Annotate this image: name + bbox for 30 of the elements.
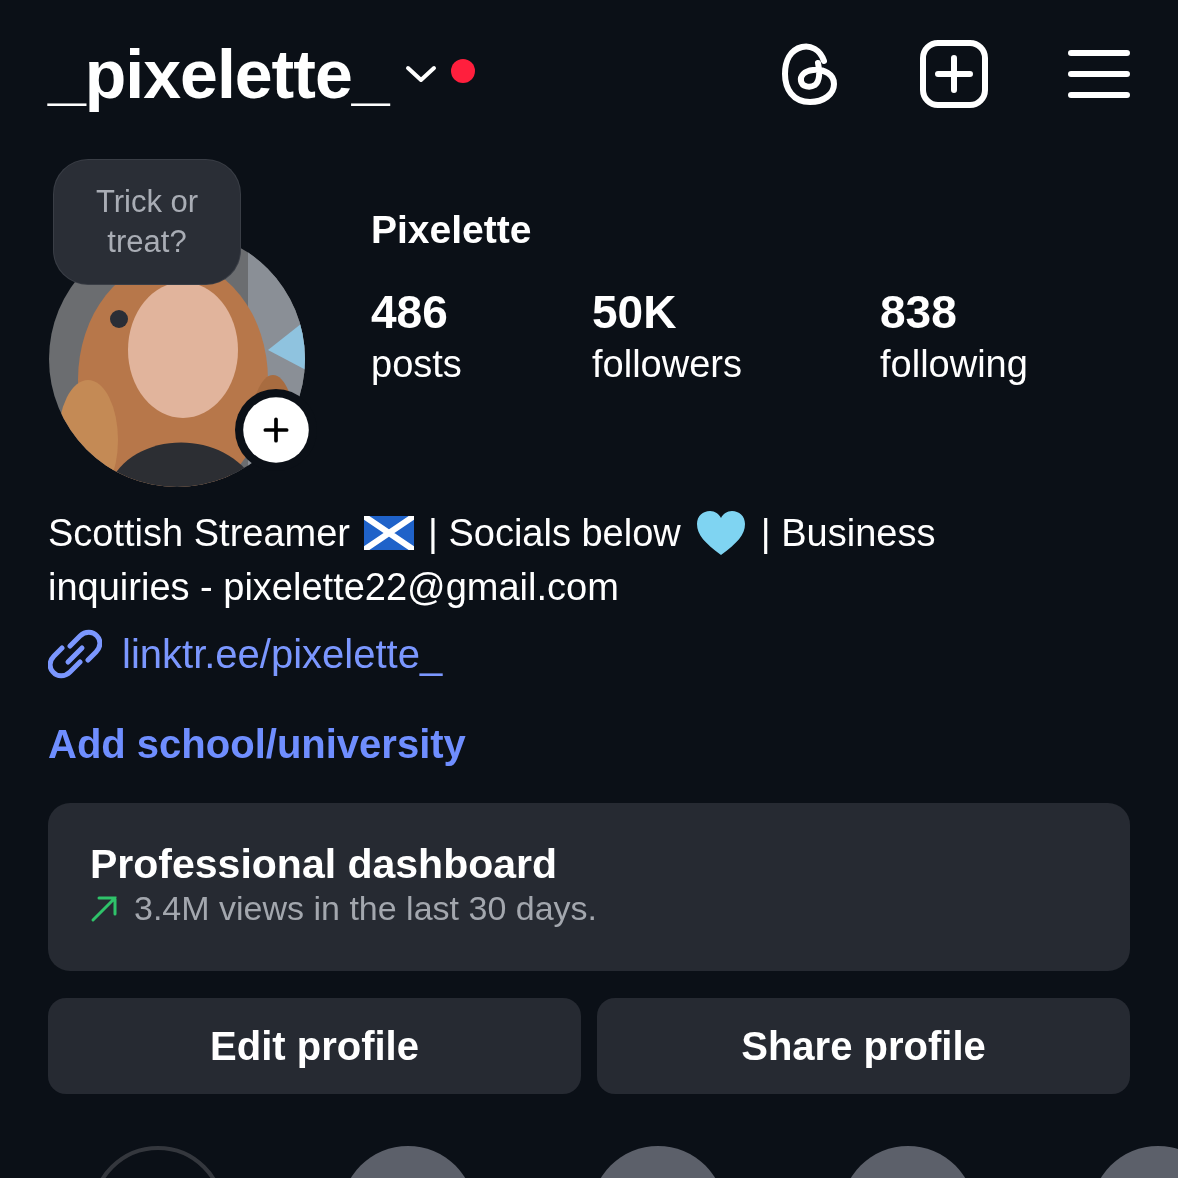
professional-dashboard-card[interactable]: Professional dashboard 3.4M views in the last 30 days.	[48, 803, 1130, 971]
dashboard-views: 3.4M views in the last 30 days.	[134, 889, 597, 928]
flag-icon	[364, 516, 414, 550]
stat-label[interactable]: followers	[592, 338, 880, 390]
trend-up-icon	[90, 894, 118, 923]
note-tooltip[interactable]: Trick or treat?	[54, 160, 240, 284]
new-post-icon[interactable]	[920, 40, 988, 108]
menu-icon[interactable]	[1068, 49, 1130, 99]
heart-icon	[694, 509, 747, 557]
stat-count[interactable]: 50K	[592, 286, 880, 338]
plus-icon	[262, 416, 290, 444]
dashboard-title: Professional dashboard	[90, 841, 559, 887]
note-text: Trick or treat?	[95, 184, 199, 259]
stat-label[interactable]: following	[880, 338, 1028, 390]
profile-name: Pixelette	[371, 208, 533, 252]
share-profile-button[interactable]: Share profile	[597, 998, 1130, 1094]
chevron-down-icon[interactable]	[404, 64, 437, 84]
bio-text: inquiries - pixelette22@gmail.com	[48, 565, 619, 610]
bio-text: Scottish Streamer	[48, 511, 350, 556]
edit-profile-button[interactable]: Edit profile	[48, 998, 581, 1094]
account-username[interactable]: _pixelette_	[48, 35, 389, 113]
stat-label[interactable]: posts	[371, 338, 592, 390]
bio-link[interactable]: linktr.ee/pixelette_	[122, 631, 443, 677]
add-school-link[interactable]: Add school/university	[48, 722, 466, 767]
stat-count[interactable]: 838	[880, 286, 1028, 338]
bio-text: | Business	[760, 511, 936, 556]
bio-text: | Socials below	[428, 511, 681, 556]
stat-count[interactable]: 486	[371, 286, 592, 338]
link-icon	[48, 628, 102, 680]
threads-icon[interactable]	[780, 41, 840, 107]
